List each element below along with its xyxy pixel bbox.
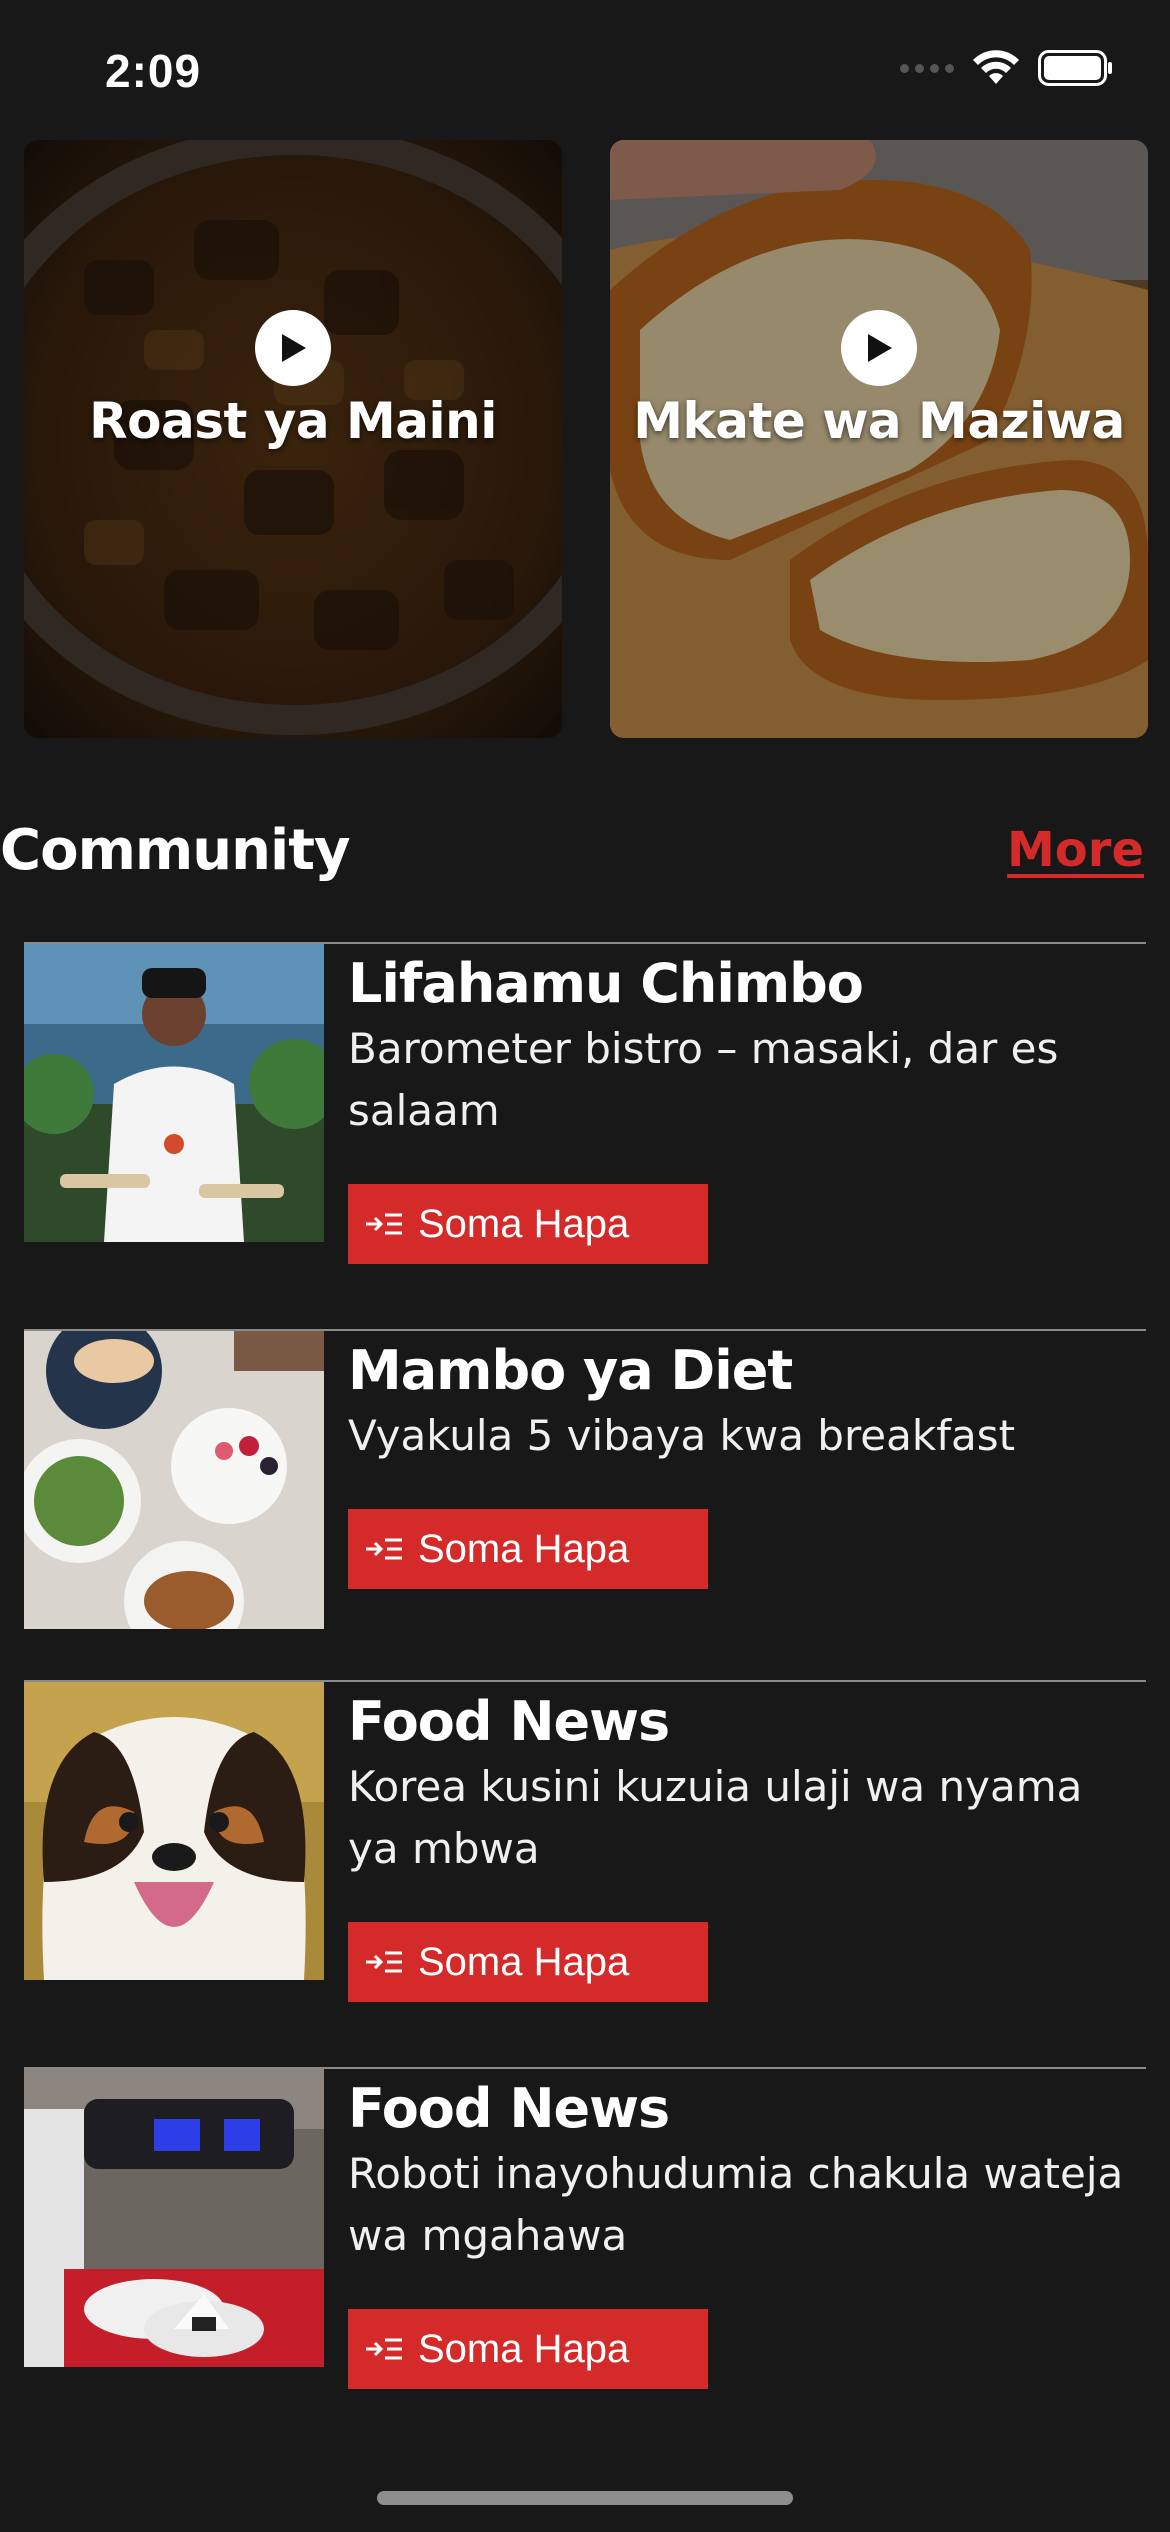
status-bar: 2:09 (0, 0, 1170, 140)
article-title: Food News (348, 1690, 670, 1753)
read-here-button[interactable]: Soma Hapa (348, 1184, 708, 1264)
read-here-label: Soma Hapa (418, 1526, 630, 1571)
status-icons (900, 50, 1114, 86)
article-description: Vyakula 5 vibaya kwa breakfast (348, 1411, 1016, 1460)
read-more-icon (366, 2338, 402, 2360)
wifi-icon (973, 50, 1019, 84)
article-thumbnail (24, 1331, 324, 1629)
video-card-mkate-wa-maziwa[interactable]: Mkate wa Maziwa (610, 140, 1148, 738)
article-description: Roboti inayohudumia chakula wateja wa mg… (348, 2149, 1124, 2260)
video-title: Mkate wa Maziwa (633, 392, 1125, 450)
article-description: Korea kusini kuzuia ulaji wa nyama ya mb… (348, 1762, 1083, 1873)
play-button[interactable] (255, 310, 331, 386)
read-here-label: Soma Hapa (418, 1201, 630, 1246)
community-article[interactable]: Mambo ya Diet Vyakula 5 vibaya kwa break… (24, 1329, 1146, 1629)
home-indicator[interactable] (377, 2491, 793, 2505)
battery-icon (1038, 50, 1112, 86)
play-icon (282, 334, 306, 362)
cellular-signal-icon (900, 63, 954, 73)
read-more-icon (366, 1951, 402, 1973)
play-icon (868, 334, 892, 362)
read-more-icon (366, 1213, 402, 1235)
more-link[interactable]: More (1007, 822, 1144, 878)
community-article[interactable]: Food News Roboti inayohudumia chakula wa… (24, 2067, 1146, 2427)
read-more-icon (366, 1538, 402, 1560)
article-description: Barometer bistro – masaki, dar es salaam (348, 1024, 1059, 1135)
community-article[interactable]: Lifahamu Chimbo Barometer bistro – masak… (24, 942, 1146, 1272)
article-thumbnail (24, 2069, 324, 2367)
read-here-button[interactable]: Soma Hapa (348, 1509, 708, 1589)
article-thumbnail (24, 944, 324, 1242)
status-time: 2:09 (105, 45, 202, 97)
community-heading: Community (0, 818, 350, 883)
article-title: Food News (348, 2077, 670, 2140)
community-article[interactable]: Food News Korea kusini kuzuia ulaji wa n… (24, 1680, 1146, 2010)
read-here-label: Soma Hapa (418, 2326, 630, 2371)
article-title: Lifahamu Chimbo (348, 952, 864, 1015)
play-button[interactable] (841, 310, 917, 386)
article-title: Mambo ya Diet (348, 1339, 793, 1402)
video-title: Roast ya Maini (89, 392, 497, 450)
read-here-button[interactable]: Soma Hapa (348, 1922, 708, 2002)
article-thumbnail (24, 1682, 324, 1980)
read-here-label: Soma Hapa (418, 1939, 630, 1984)
video-card-roast-ya-maini[interactable]: Roast ya Maini (24, 140, 562, 738)
read-here-button[interactable]: Soma Hapa (348, 2309, 708, 2389)
